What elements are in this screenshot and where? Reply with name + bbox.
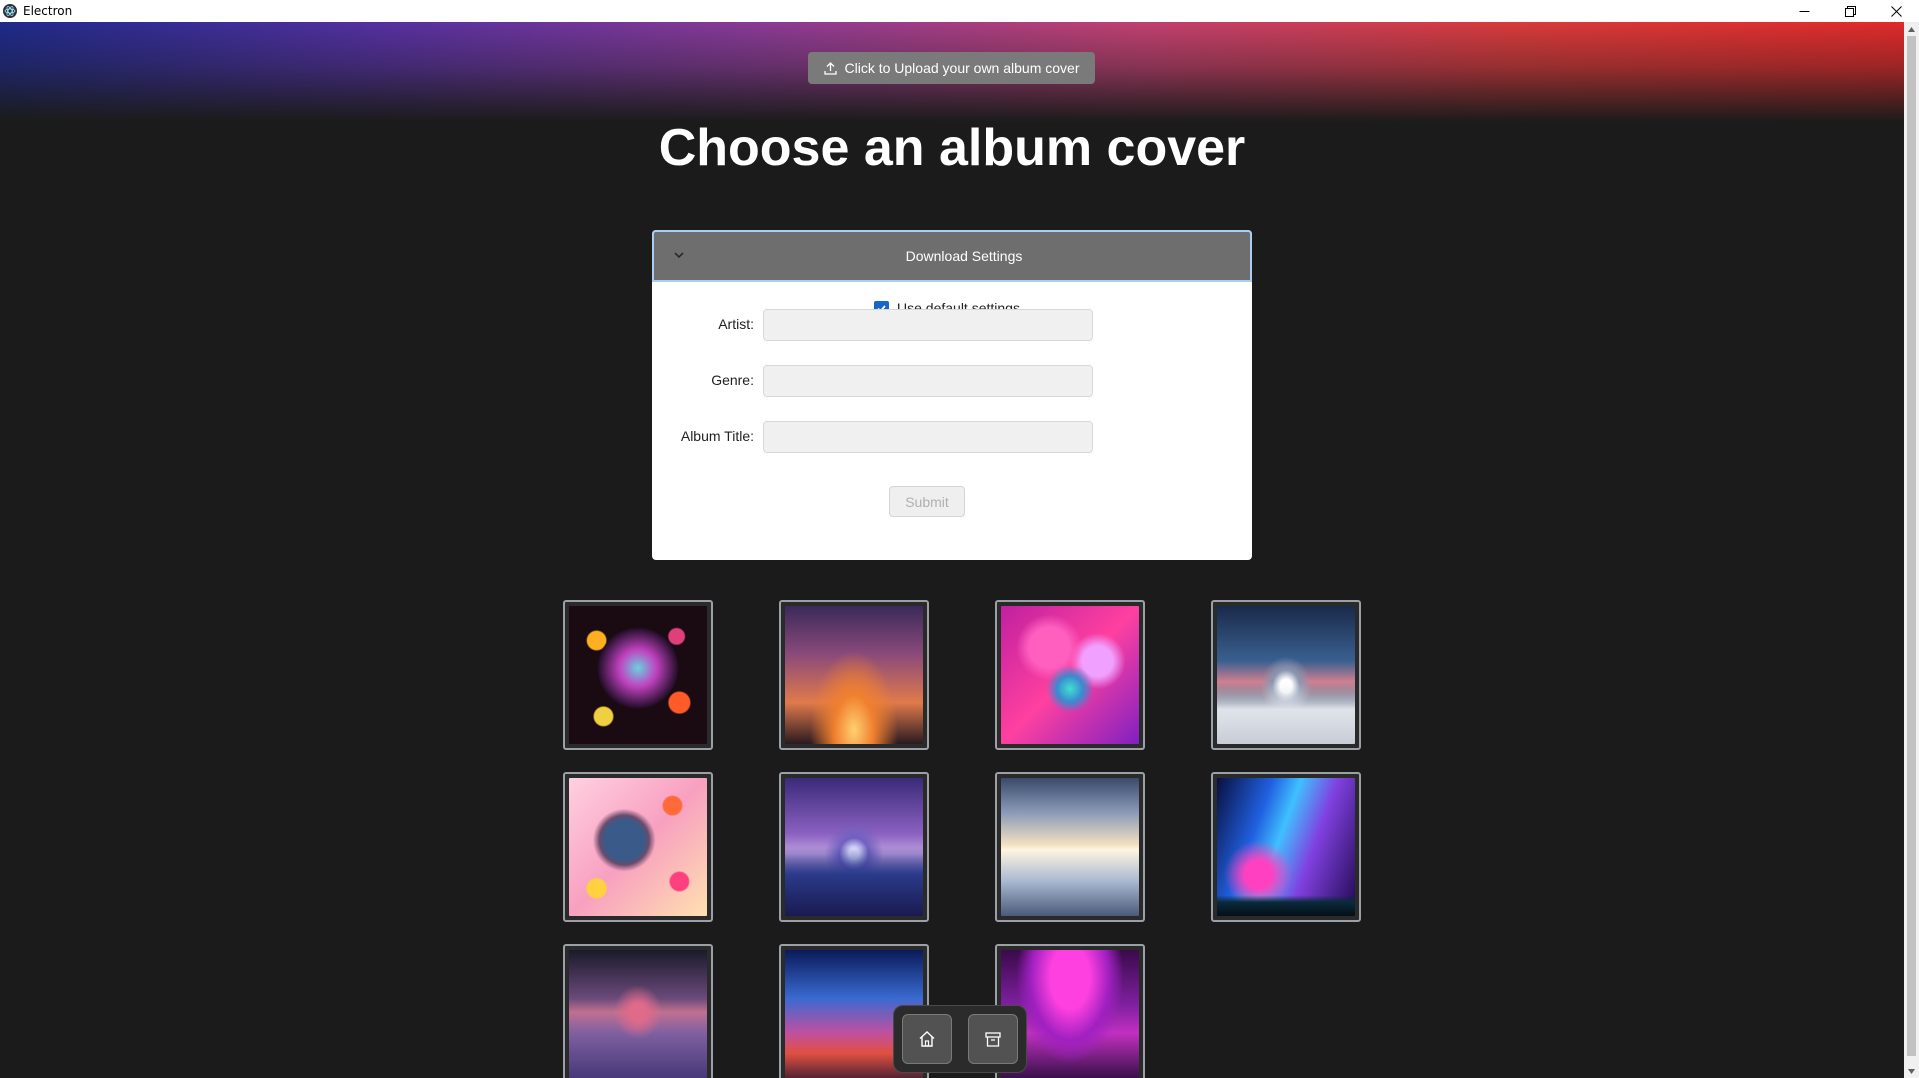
album-title-input[interactable] (763, 421, 1093, 453)
page-title: Choose an album cover (658, 119, 1246, 177)
scroll-up-arrow[interactable] (1904, 22, 1919, 36)
album-cover-5[interactable] (563, 772, 713, 922)
album-cover-6[interactable] (779, 772, 929, 922)
album-art (1217, 778, 1355, 916)
electron-app-icon (3, 4, 17, 18)
archive-icon (985, 1032, 1001, 1047)
album-art (1001, 606, 1139, 744)
upload-button-label: Click to Upload your own album cover (844, 60, 1080, 76)
window-title: Electron (23, 4, 73, 18)
album-cover-2[interactable] (779, 600, 929, 750)
album-cover-1[interactable] (563, 600, 713, 750)
vertical-scrollbar[interactable] (1904, 22, 1919, 1078)
download-settings-panel: Download Settings Use default settings A… (652, 230, 1252, 560)
caret-down-icon (1908, 1068, 1915, 1074)
minimize-button[interactable] (1781, 0, 1827, 22)
album-art (785, 606, 923, 744)
home-button[interactable] (902, 1014, 952, 1064)
scroll-down-arrow[interactable] (1904, 1064, 1919, 1078)
album-art (1217, 606, 1355, 744)
chevron-down-icon (674, 252, 684, 259)
minimize-icon (1799, 10, 1809, 12)
album-cover-4[interactable] (1211, 600, 1361, 750)
album-cover-9[interactable] (563, 944, 713, 1078)
album-cover-7[interactable] (995, 772, 1145, 922)
genre-input[interactable] (763, 365, 1093, 397)
album-cover-8[interactable] (1211, 772, 1361, 922)
album-cover-3[interactable] (995, 600, 1145, 750)
artist-input[interactable] (763, 309, 1093, 341)
close-button[interactable] (1873, 0, 1919, 22)
window-controls (1781, 0, 1919, 22)
upload-cover-button[interactable]: Click to Upload your own album cover (808, 52, 1095, 84)
album-art (569, 778, 707, 916)
genre-label: Genre: (711, 372, 754, 388)
home-icon (919, 1031, 935, 1047)
close-icon (1890, 5, 1902, 17)
album-art (569, 950, 707, 1078)
artist-label: Artist: (718, 316, 754, 332)
download-settings-toggle[interactable]: Download Settings (652, 230, 1252, 282)
download-settings-label: Download Settings (905, 248, 1023, 264)
album-art (1001, 778, 1139, 916)
album-art (569, 606, 707, 744)
restore-button[interactable] (1827, 0, 1873, 22)
window-titlebar: Electron (0, 0, 1919, 22)
archive-button[interactable] (968, 1014, 1018, 1064)
album-art (785, 778, 923, 916)
caret-up-icon (1908, 26, 1915, 32)
upload-icon (823, 61, 837, 75)
album-title-label: Album Title: (680, 428, 754, 444)
scrollbar-thumb[interactable] (1907, 36, 1916, 1056)
restore-icon (1844, 5, 1856, 17)
submit-button[interactable]: Submit (889, 486, 965, 517)
bottom-dock (893, 1005, 1027, 1073)
